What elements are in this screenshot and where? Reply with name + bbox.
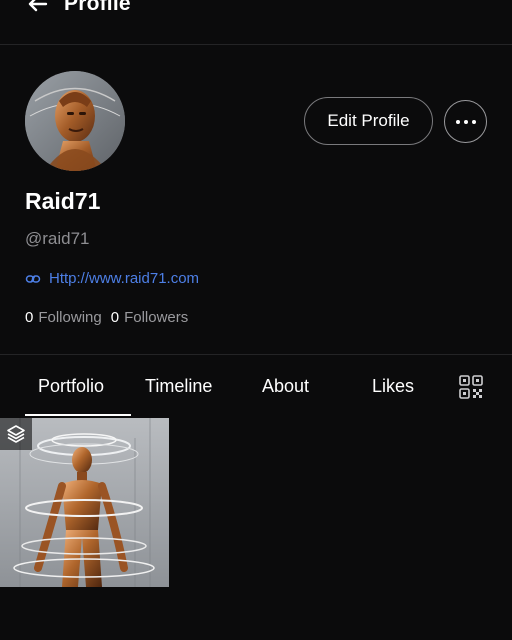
page-title: Profile bbox=[64, 0, 131, 15]
display-name: Raid71 bbox=[25, 188, 101, 214]
avatar[interactable] bbox=[25, 71, 125, 171]
following-label[interactable]: Following bbox=[38, 309, 101, 326]
username-handle: @raid71 bbox=[25, 229, 90, 248]
follow-stats: 0 Following 0 Followers bbox=[25, 309, 188, 326]
tab-likes[interactable]: Likes bbox=[372, 376, 414, 397]
edit-profile-button[interactable]: Edit Profile bbox=[304, 97, 433, 145]
tab-about[interactable]: About bbox=[262, 376, 309, 397]
tab-timeline[interactable]: Timeline bbox=[145, 376, 212, 397]
website-url[interactable]: Http://www.raid71.com bbox=[49, 270, 199, 287]
following-count[interactable]: 0 bbox=[25, 309, 33, 326]
link-icon bbox=[25, 274, 41, 283]
multi-image-badge bbox=[0, 418, 32, 450]
back-arrow-icon[interactable] bbox=[24, 0, 52, 18]
portfolio-item[interactable] bbox=[0, 418, 169, 587]
followers-count[interactable]: 0 bbox=[111, 309, 119, 326]
more-horizontal-icon bbox=[455, 119, 460, 124]
more-options-button[interactable] bbox=[444, 100, 487, 143]
qr-code-icon[interactable] bbox=[458, 374, 484, 400]
tab-portfolio[interactable]: Portfolio bbox=[38, 376, 104, 397]
top-bar: Profile bbox=[0, 0, 512, 45]
followers-label[interactable]: Followers bbox=[124, 309, 188, 326]
website-link[interactable]: Http://www.raid71.com bbox=[25, 270, 199, 287]
layers-icon bbox=[7, 425, 25, 443]
active-tab-indicator bbox=[25, 414, 131, 416]
section-divider bbox=[0, 354, 512, 355]
